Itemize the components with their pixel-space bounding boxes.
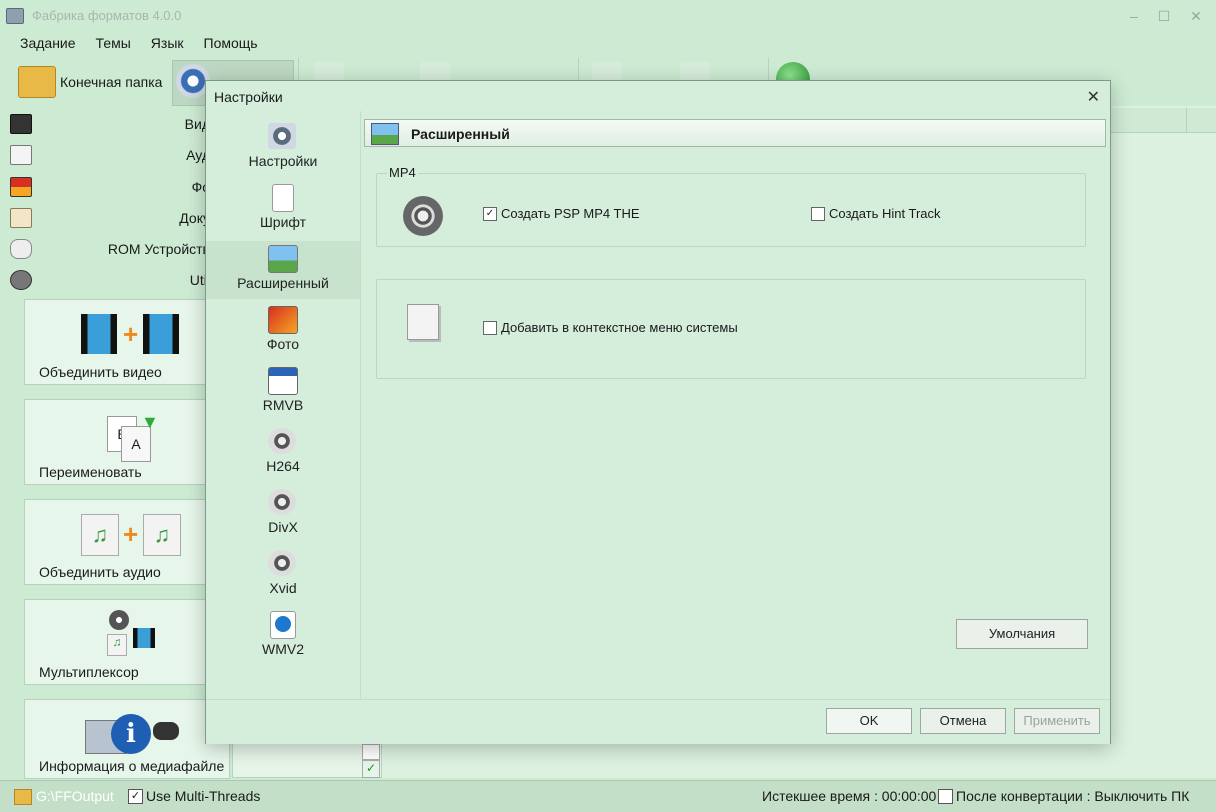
film-reel-icon <box>268 489 296 515</box>
psp-mp4-option[interactable]: ✓ Создать PSP MP4 THE <box>483 206 640 221</box>
nav-settings[interactable]: Настройки <box>206 119 360 177</box>
reel-icon <box>10 270 32 290</box>
hint-track-option[interactable]: Создать Hint Track <box>811 206 941 221</box>
rmvb-icon <box>268 367 298 395</box>
panel-box <box>362 744 380 760</box>
nav-wmv2[interactable]: WMV2 <box>206 607 360 665</box>
task-list-header <box>1110 108 1216 133</box>
column-divider <box>1186 108 1187 132</box>
mp4-legend: MP4 <box>387 165 418 180</box>
film-reel-icon <box>403 196 443 236</box>
psp-mp4-checkbox[interactable]: ✓ <box>483 206 497 221</box>
audio-merge-icon: ♫ + ♫ <box>81 510 185 558</box>
film-reel-icon <box>268 550 296 576</box>
status-bar: G:\FFOutput ✓ Use Multi-Threads Истекшее… <box>0 780 1216 812</box>
category-utilities[interactable]: Util <box>10 266 210 294</box>
settings-icon <box>268 123 296 149</box>
folder-icon[interactable] <box>14 789 32 805</box>
music-note-icon <box>10 145 32 165</box>
join-audio-button[interactable]: ♫ + ♫ Объединить аудио <box>24 499 230 585</box>
dialog-close-button[interactable]: ✕ <box>1087 87 1100 107</box>
film-reel-icon <box>268 428 296 454</box>
wmv-icon <box>270 611 296 639</box>
title-bar: Фабрика форматов 4.0.0 – ☐ ✕ <box>0 0 1216 32</box>
folder-icon[interactable] <box>18 66 56 98</box>
nav-xvid[interactable]: Xvid <box>206 546 360 604</box>
context-menu-icon <box>407 304 439 340</box>
nav-rmvb[interactable]: RMVB <box>206 363 360 421</box>
category-document[interactable]: Доку <box>10 204 210 232</box>
document-icon <box>10 208 32 228</box>
photo-icon <box>268 306 298 334</box>
menu-bar: Задание Темы Язык Помощь <box>10 34 268 54</box>
output-folder-button[interactable]: Конечная папка <box>60 74 162 90</box>
multithreads-checkbox[interactable]: ✓ <box>128 789 143 804</box>
rename-icon: B A ▼ <box>85 410 185 462</box>
settings-dialog: Настройки ✕ Настройки Шрифт Расширенный … <box>205 80 1111 744</box>
section-header: Расширенный <box>364 119 1106 147</box>
font-icon <box>272 184 294 212</box>
media-info-button[interactable]: i Информация о медиафайле <box>24 699 230 779</box>
section-title: Расширенный <box>411 126 510 142</box>
nav-h264[interactable]: H264 <box>206 424 360 482</box>
category-photo[interactable]: Фо <box>10 173 210 201</box>
hint-track-checkbox[interactable] <box>811 206 825 221</box>
minimize-button[interactable]: – <box>1120 6 1148 26</box>
menu-task[interactable]: Задание <box>10 34 86 54</box>
disc-drive-icon <box>10 239 32 259</box>
lower-panel <box>232 742 382 778</box>
ok-button[interactable]: OK <box>826 708 912 734</box>
apply-button[interactable]: Применить <box>1014 708 1100 734</box>
context-menu-checkbox[interactable] <box>483 320 497 335</box>
nav-font[interactable]: Шрифт <box>206 180 360 238</box>
settings-nav: Настройки Шрифт Расширенный Фото RMVB H2… <box>206 111 361 699</box>
menu-help[interactable]: Помощь <box>194 34 268 54</box>
cancel-button[interactable]: Отмена <box>920 708 1006 734</box>
chevron-down-icon[interactable]: ✓ <box>362 760 380 778</box>
output-path[interactable]: G:\FFOutput <box>36 788 114 804</box>
context-menu-group: Добавить в контекстное меню системы <box>376 279 1086 379</box>
multithreads-label: Use Multi-Threads <box>146 788 261 804</box>
join-video-button[interactable]: + Объединить видео <box>24 299 230 385</box>
photo-icon <box>10 177 32 197</box>
nav-divx[interactable]: DivX <box>206 485 360 543</box>
app-icon <box>6 8 24 24</box>
after-conversion-checkbox[interactable] <box>938 789 953 804</box>
settings-content: Расширенный MP4 ✓ Создать PSP MP4 THE Со… <box>364 111 1110 699</box>
after-conversion-label: После конвертации : Выключить ПК <box>956 788 1190 804</box>
elapsed-time: Истекшее время : 00:00:00 <box>762 788 937 804</box>
category-rom-device[interactable]: ROM Устройств <box>10 235 210 263</box>
category-audio[interactable]: Ауд <box>10 141 210 169</box>
dialog-footer: OK Отмена Применить <box>206 699 1110 744</box>
muxer-icon: ♫ <box>85 610 185 658</box>
category-video[interactable]: Вид <box>10 110 210 138</box>
landscape-icon <box>268 245 298 273</box>
muxer-button[interactable]: ♫ Мультиплексор <box>24 599 230 685</box>
menu-themes[interactable]: Темы <box>86 34 141 54</box>
context-menu-option[interactable]: Добавить в контекстное меню системы <box>483 320 738 335</box>
dialog-title: Настройки <box>214 89 283 105</box>
window-title: Фабрика форматов 4.0.0 <box>32 8 182 23</box>
menu-language[interactable]: Язык <box>141 34 194 54</box>
landscape-icon <box>371 123 399 145</box>
nav-photo[interactable]: Фото <box>206 302 360 360</box>
mp4-group: MP4 ✓ Создать PSP MP4 THE Создать Hint T… <box>376 165 1086 247</box>
defaults-button[interactable]: Умолчания <box>956 619 1088 649</box>
film-merge-icon: + <box>81 310 185 358</box>
close-window-button[interactable]: ✕ <box>1182 6 1210 26</box>
film-icon <box>10 114 32 134</box>
nav-advanced[interactable]: Расширенный <box>206 241 360 299</box>
maximize-button[interactable]: ☐ <box>1150 6 1178 26</box>
rename-button[interactable]: B A ▼ Переименовать <box>24 399 230 485</box>
info-icon: i <box>85 710 185 758</box>
